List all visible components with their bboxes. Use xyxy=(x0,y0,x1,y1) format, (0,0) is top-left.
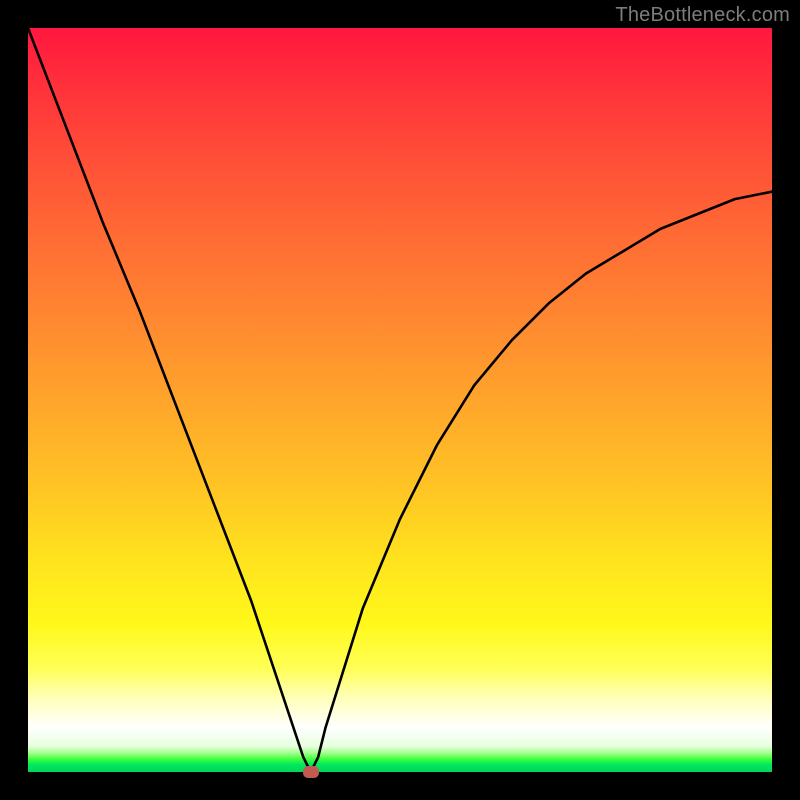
optimum-marker xyxy=(303,766,319,778)
plot-area xyxy=(28,28,772,772)
bottleneck-curve xyxy=(28,28,772,772)
chart-frame: TheBottleneck.com xyxy=(0,0,800,800)
watermark-text: TheBottleneck.com xyxy=(615,4,790,27)
